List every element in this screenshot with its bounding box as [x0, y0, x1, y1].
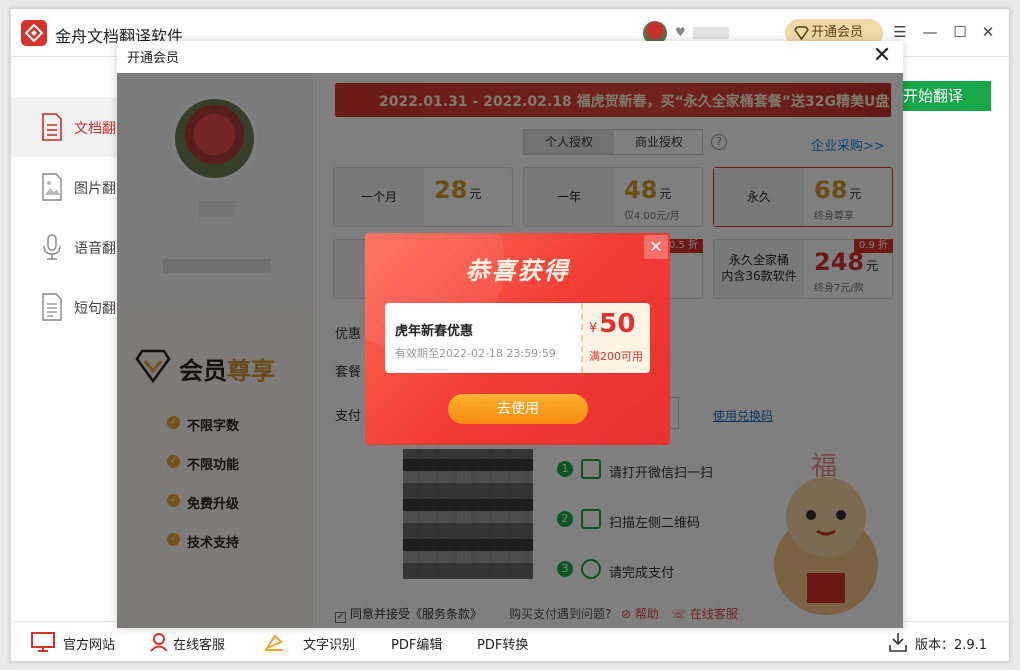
customer-service-link[interactable]: 在线客服 — [173, 634, 225, 653]
app-logo-icon — [21, 20, 47, 46]
diamond-icon — [794, 26, 809, 40]
ocr-link[interactable]: 文字识别 — [303, 634, 355, 653]
close-window-icon[interactable]: ✕ — [979, 23, 997, 41]
pdf-edit-link[interactable]: PDF编辑 — [391, 634, 442, 653]
coupon-condition: 满200可用 — [589, 350, 643, 363]
modal-close-icon[interactable]: ✕ — [871, 45, 893, 67]
text-icon — [42, 293, 62, 321]
sidebar-item-label: 语音翻 — [74, 241, 116, 257]
popup-title: 恭喜获得 — [465, 257, 570, 285]
sidebar-item-voice[interactable]: 语音翻 — [11, 217, 119, 277]
ocr-icon — [264, 634, 283, 651]
microphone-icon — [43, 234, 61, 260]
coupon-value-section: ¥50 满200可用 — [581, 303, 650, 373]
customer-service-icon — [150, 633, 168, 652]
vip-open-label: 开通会员 — [811, 25, 864, 40]
image-icon — [42, 173, 62, 201]
version-label: 版本：2.9.1 — [915, 638, 988, 653]
document-icon — [42, 113, 62, 141]
sidebar-item-label: 短句翻 — [74, 301, 116, 317]
coupon-amount: ¥50 — [589, 309, 636, 339]
use-coupon-button[interactable]: 去使用 — [448, 394, 588, 424]
website-link[interactable]: 官方网站 — [63, 634, 115, 653]
coupon-name: 虎年新春优惠 — [395, 324, 474, 339]
vip-status-icon: ♥ — [675, 25, 686, 39]
modal-header: 开通会员 ✕ — [117, 41, 903, 73]
sidebar-item-document[interactable]: 文档翻 — [11, 97, 119, 157]
sidebar-item-sentence[interactable]: 短句翻 — [11, 277, 119, 337]
sidebar-item-label: 图片翻 — [74, 181, 116, 197]
sidebar: 文档翻 图片翻 语音翻 短句翻 — [11, 57, 119, 617]
minimize-icon[interactable]: — — [921, 23, 939, 41]
start-translate-button[interactable]: 开始翻译 — [891, 81, 991, 111]
download-icon[interactable] — [889, 632, 907, 652]
sidebar-item-image[interactable]: 图片翻 — [11, 157, 119, 217]
user-name-blurred — [693, 27, 729, 39]
modal-title: 开通会员 — [127, 51, 180, 66]
sidebar-item-label: 文档翻 — [74, 121, 116, 137]
monitor-icon — [31, 632, 55, 652]
pdf-convert-link[interactable]: PDF转换 — [477, 634, 528, 653]
coupon-card: 虎年新春优惠 有效期至2022-02-18 23:59:59 ¥50 满200可… — [385, 303, 650, 373]
vip-modal: 开通会员 ✕ 会员尊享 不限字数 不限功能 免费升级 技术支持 2022.01.… — [117, 41, 903, 628]
coupon-popup: ✕ 恭喜获得 虎年新春优惠 有效期至2022-02-18 23:59:59 ¥5… — [365, 233, 670, 445]
menu-icon[interactable]: ☰ — [891, 23, 909, 41]
maximize-icon[interactable]: ☐ — [951, 23, 969, 41]
coupon-expiry: 有效期至2022-02-18 23:59:59 — [395, 347, 556, 360]
